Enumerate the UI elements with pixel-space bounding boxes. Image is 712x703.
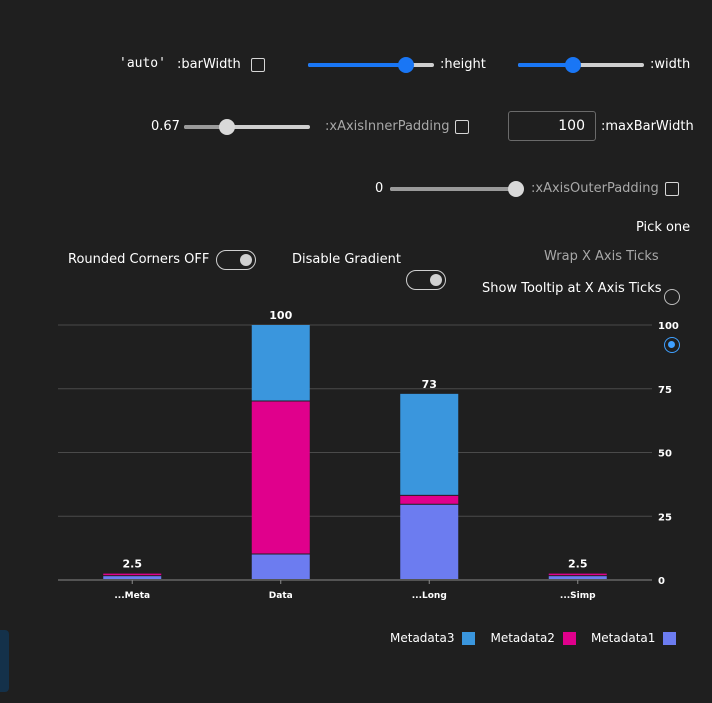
bar-width-value: 'auto' <box>119 56 166 71</box>
width-label: :width <box>650 57 691 72</box>
height-slider[interactable] <box>308 57 434 73</box>
disable-gradient-label: Disable Gradient <box>292 252 401 267</box>
bar-segment-metadata3 <box>251 325 310 401</box>
legend-swatch <box>462 631 476 645</box>
rounded-corners-toggle[interactable] <box>216 250 256 270</box>
legend-item-metadata3[interactable]: Metadata3 <box>390 631 476 645</box>
bar-segment-metadata1 <box>548 576 607 579</box>
stacked-bar-chart: 0 25 50 75 100 2.5 ...Meta 100 Data 73 ...Long 2.5.… <box>58 309 679 601</box>
bar-total-label: 2.5 <box>123 558 143 571</box>
outer-padding-checkbox[interactable] <box>665 182 679 196</box>
side-panel-tab[interactable] <box>0 630 9 692</box>
max-bar-width-input[interactable]: 100 <box>508 111 596 141</box>
bar-total-label: 73 <box>422 378 437 391</box>
y-tick-label: 25 <box>658 512 672 523</box>
pick-one-label: Pick one <box>636 220 691 235</box>
outer-padding-value: 0 <box>375 181 384 196</box>
bar-segment-metadata1 <box>251 554 310 579</box>
y-tick-label: 100 <box>658 321 679 332</box>
chart-legend: Metadata3 Metadata2 Metadata1 <box>390 631 677 645</box>
wrap-ticks-label: Wrap X Axis Ticks <box>544 249 659 264</box>
height-label: :height <box>440 57 486 72</box>
bar-width-label: :barWidth <box>177 57 241 72</box>
legend-item-metadata1[interactable]: Metadata1 <box>590 631 677 645</box>
bar-segment-metadata3 <box>400 393 459 495</box>
y-tick-label: 0 <box>658 576 665 587</box>
max-bar-width-label: :maxBarWidth <box>601 119 694 134</box>
inner-padding-slider-thumb[interactable] <box>218 119 235 135</box>
toggle-knob <box>240 254 252 266</box>
outer-padding-slider-fill <box>390 187 516 191</box>
legend-item-metadata2[interactable]: Metadata2 <box>490 631 576 645</box>
height-slider-thumb[interactable] <box>398 57 415 73</box>
y-tick-label: 50 <box>658 449 672 460</box>
outer-padding-slider[interactable] <box>390 181 524 197</box>
x-tick-label: ...Meta <box>114 591 150 601</box>
bar-segment-metadata1 <box>400 504 459 579</box>
toggle-knob <box>430 274 442 286</box>
x-tick-label: Data <box>269 591 293 601</box>
width-slider[interactable] <box>518 57 644 73</box>
bar-segment-metadata2 <box>103 573 162 576</box>
inner-padding-value: 0.67 <box>151 119 180 134</box>
bar-segment-metadata1 <box>103 576 162 579</box>
legend-swatch <box>663 631 677 645</box>
y-tick-label: 75 <box>658 385 672 396</box>
rounded-corners-label: Rounded Corners OFF <box>68 252 210 267</box>
disable-gradient-toggle[interactable] <box>406 270 446 290</box>
legend-label: Metadata1 <box>590 631 656 645</box>
bar-total-label: 2.5 <box>568 558 588 571</box>
x-tick-label: ...Long <box>412 591 447 601</box>
bar-segment-metadata2 <box>251 401 310 554</box>
inner-padding-slider[interactable] <box>184 119 310 135</box>
bar-width-checkbox[interactable] <box>251 58 265 72</box>
bar-segment-metadata2 <box>548 573 607 576</box>
legend-swatch <box>562 631 576 645</box>
outer-padding-label: :xAxisOuterPadding <box>531 181 659 196</box>
height-slider-fill <box>308 63 407 67</box>
bar-segment-metadata2 <box>400 495 459 504</box>
width-slider-thumb[interactable] <box>565 57 582 73</box>
inner-padding-label: :xAxisInnerPadding <box>325 119 450 134</box>
show-tooltip-label: Show Tooltip at X Axis Ticks <box>482 281 662 296</box>
legend-label: Metadata2 <box>490 631 555 645</box>
inner-padding-checkbox[interactable] <box>455 120 469 134</box>
legend-label: Metadata3 <box>390 631 455 645</box>
outer-padding-slider-thumb[interactable] <box>508 181 524 197</box>
x-tick-label: ...Simp <box>560 591 596 601</box>
bar-total-label: 100 <box>269 309 292 322</box>
